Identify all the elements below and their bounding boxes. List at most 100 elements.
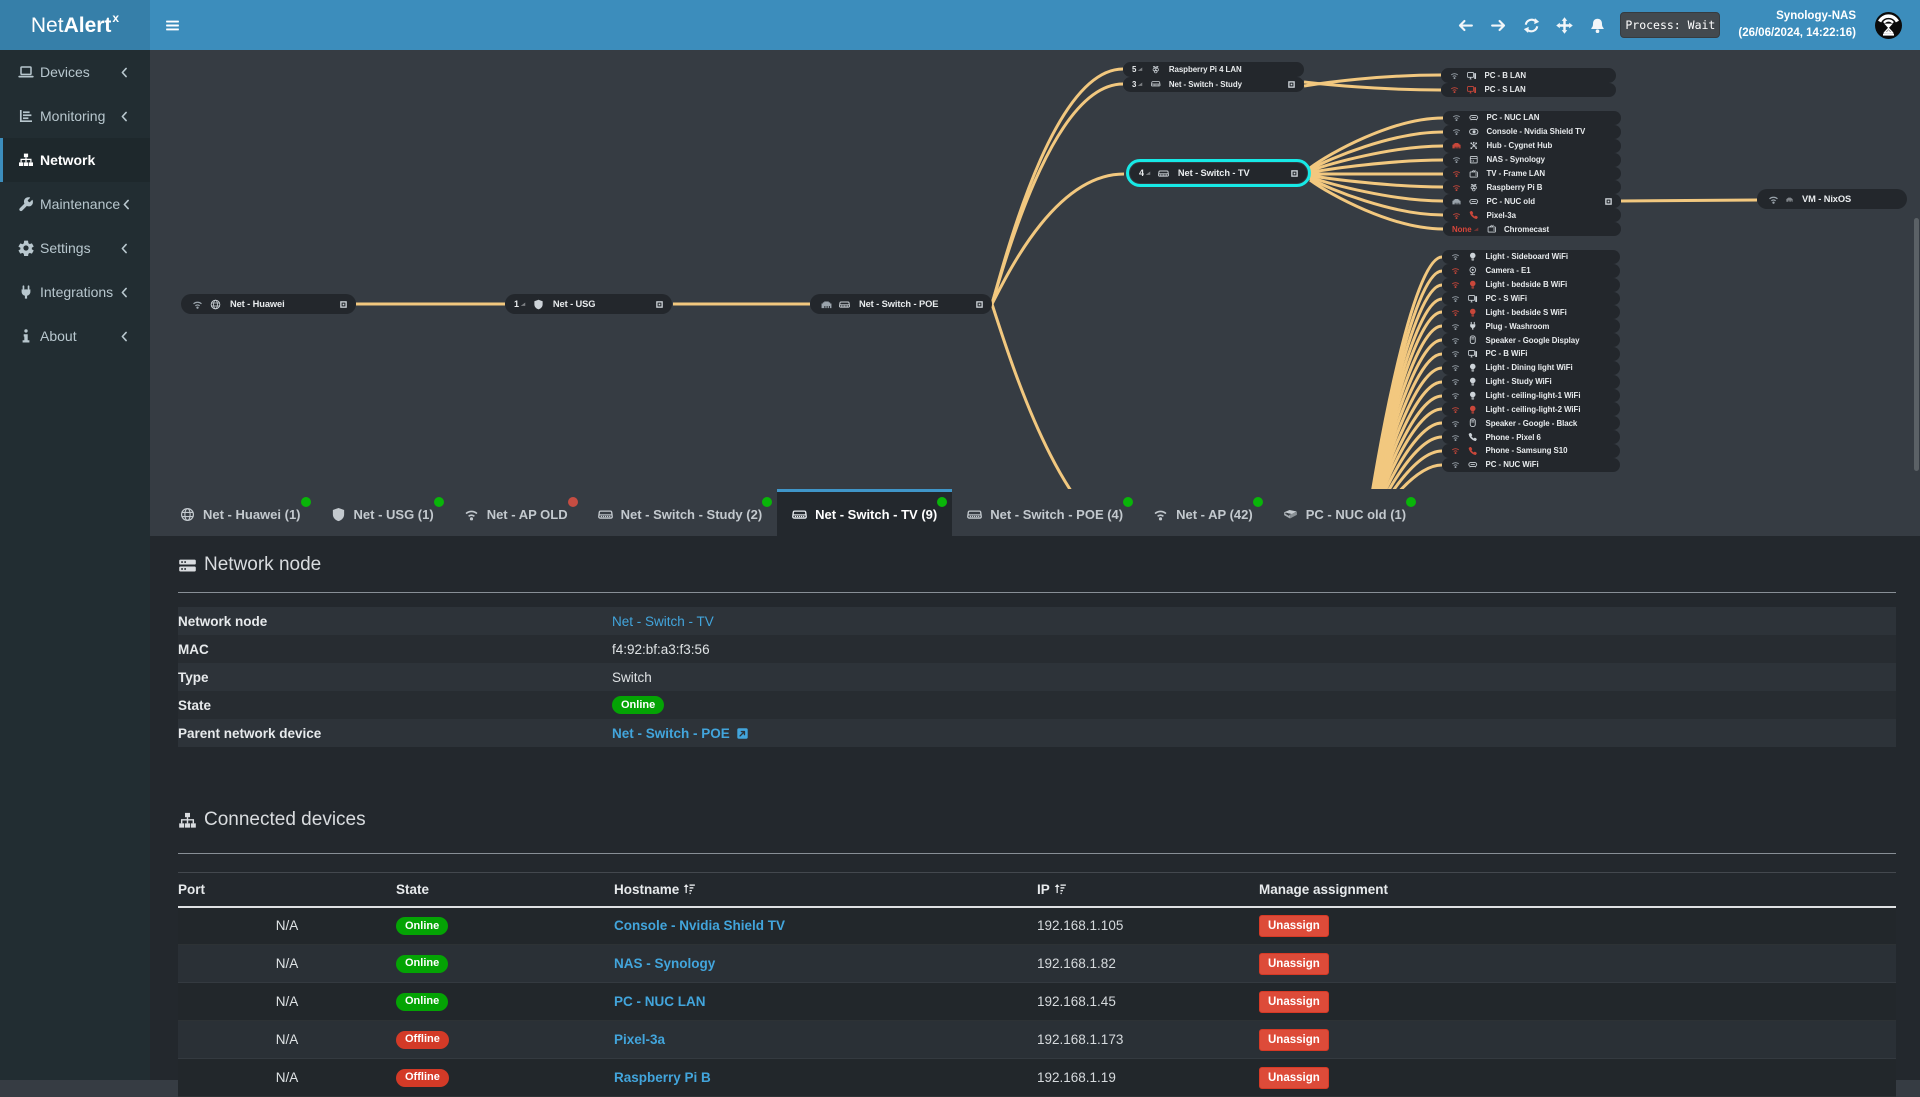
collapse-square-icon[interactable]: [1605, 198, 1612, 205]
topology-node-row[interactable]: PC - NUC old: [1443, 194, 1621, 209]
unassign-button[interactable]: Unassign: [1259, 914, 1329, 937]
topology-node-huawei[interactable]: Net - Huawei: [181, 294, 356, 314]
unassign-button[interactable]: Unassign: [1259, 1066, 1329, 1089]
topology-node-row[interactable]: Light - bedside B WiFi: [1442, 277, 1620, 292]
forward-button[interactable]: [1482, 0, 1515, 50]
topology-node-row[interactable]: PC - S WiFi: [1442, 291, 1620, 306]
topology-node-usg[interactable]: 1 Net - USG: [505, 294, 672, 314]
collapse-square-icon[interactable]: [976, 300, 983, 308]
ethernet-icon: [821, 299, 832, 310]
node-link[interactable]: Net - Switch - TV: [612, 614, 714, 629]
sidebar-item-integrations[interactable]: Integrations: [0, 270, 150, 314]
tab-net-usg-1[interactable]: Net - USG (1): [316, 489, 449, 536]
page-scrollbar[interactable]: [1914, 218, 1919, 471]
topology-node-row[interactable]: PC - NUC LAN: [1443, 111, 1621, 125]
tab-net-switch-tv-9[interactable]: Net - Switch - TV (9): [777, 489, 953, 536]
sort-icon[interactable]: [1054, 882, 1067, 895]
topology-node-row[interactable]: Light - Sideboard WiFi: [1442, 250, 1620, 264]
top-navbar: NetAlertx Process: Wait Synology-NAS (26…: [0, 0, 1920, 50]
device-link[interactable]: Pixel-3a: [614, 1032, 665, 1047]
topology-node-row[interactable]: PC - B LAN: [1441, 68, 1616, 83]
sidebar-item-about[interactable]: About: [0, 314, 150, 358]
topology-node-row[interactable]: Phone - Pixel 6: [1442, 430, 1620, 445]
sidebar-toggle-button[interactable]: [150, 0, 195, 50]
topology-node-row[interactable]: 3 Net - Switch - Study: [1123, 76, 1304, 92]
sidebar-item-network[interactable]: Network: [0, 138, 150, 182]
topology-node-row[interactable]: PC - NUC WiFi: [1442, 457, 1620, 472]
brand-text: NetAlertx: [31, 11, 119, 38]
device-port: N/A: [275, 956, 299, 971]
device-link[interactable]: NAS - Synology: [614, 956, 715, 971]
tab-net-switch-study-2[interactable]: Net - Switch - Study (2): [583, 489, 778, 536]
device-link[interactable]: Console - Nvidia Shield TV: [614, 918, 785, 933]
move-button[interactable]: [1548, 0, 1581, 50]
topology-node-row[interactable]: PC - B WiFi: [1442, 347, 1620, 361]
topology-node-row[interactable]: Light - Dining light WiFi: [1442, 360, 1620, 375]
topology-node-row[interactable]: Light - ceiling-light-2 WiFi: [1442, 402, 1620, 417]
node-link[interactable]: Net - Switch - POE: [612, 726, 730, 741]
tab-pc-nuc-old-1[interactable]: PC - NUC old (1): [1268, 489, 1421, 536]
node-label: Camera - E1: [1485, 266, 1531, 276]
node-label: Light - bedside B WiFi: [1485, 280, 1568, 290]
device-ip: 192.168.1.82: [1037, 956, 1116, 971]
external-link-icon[interactable]: [736, 727, 749, 740]
tab-net-switch-poe-4[interactable]: Net - Switch - POE (4): [952, 489, 1138, 536]
topology-node-poe[interactable]: Net - Switch - POE: [810, 294, 992, 314]
topology-node-row[interactable]: Raspberry Pi B: [1443, 180, 1621, 195]
collapse-square-icon[interactable]: [340, 300, 347, 308]
device-hostname: Pixel-3a: [614, 1021, 1037, 1059]
wifi-connection-icon: [1451, 405, 1460, 414]
topology-node-row[interactable]: 5 Raspberry Pi 4 LAN: [1123, 62, 1304, 77]
topology-node-row[interactable]: Light - bedside S WiFi: [1442, 305, 1620, 320]
device-link[interactable]: PC - NUC LAN: [614, 994, 706, 1009]
chevron-left-icon: [118, 286, 131, 299]
app-logo[interactable]: NetAlertx: [0, 0, 150, 50]
topology-node-row[interactable]: None Chromecast: [1443, 222, 1621, 237]
unassign-button[interactable]: Unassign: [1259, 1028, 1329, 1051]
device-link[interactable]: Raspberry Pi B: [614, 1070, 711, 1085]
sidebar-item-devices[interactable]: Devices: [0, 50, 150, 94]
back-button[interactable]: [1449, 0, 1482, 50]
user-avatar[interactable]: [1875, 11, 1902, 39]
topology-node-row[interactable]: Hub - Cygnet Hub: [1443, 138, 1621, 153]
hamburger-icon: [164, 17, 181, 34]
topology-node-row[interactable]: TV - Frame LAN: [1443, 166, 1621, 181]
topology-node-row[interactable]: Phone - Samsung S10: [1442, 444, 1620, 458]
bulb-icon: [1468, 391, 1478, 401]
topology-node-row[interactable]: NAS - Synology: [1443, 152, 1621, 167]
topology-node-row[interactable]: Camera - E1: [1442, 263, 1620, 278]
topology-node-row[interactable]: Pixel-3a: [1443, 208, 1621, 223]
notifications-button[interactable]: [1581, 0, 1614, 50]
topology-node-vm[interactable]: VM - NixOS: [1757, 189, 1907, 209]
topology-node-row[interactable]: Plug - Washroom: [1442, 319, 1620, 334]
unassign-button[interactable]: Unassign: [1259, 990, 1329, 1013]
topology-node-row[interactable]: PC - S LAN: [1441, 82, 1616, 97]
topology-node-row[interactable]: Speaker - Google Display: [1442, 333, 1620, 348]
sort-icon[interactable]: [683, 882, 696, 895]
topology-node-row[interactable]: Light - Study WiFi: [1442, 374, 1620, 389]
node-label: PC - B WiFi: [1485, 349, 1528, 359]
topology-group-pcb-group: PC - B LAN PC - S LAN: [1441, 68, 1616, 97]
refresh-button[interactable]: [1515, 0, 1548, 50]
tab-net-ap-42[interactable]: Net - AP (42): [1138, 489, 1268, 536]
wifi-connection-icon: [1451, 377, 1460, 386]
tab-net-ap-old[interactable]: Net - AP OLD: [449, 489, 583, 536]
tab-net-huawei-1[interactable]: Net - Huawei (1): [165, 489, 316, 536]
device-hostname: NAS - Synology: [614, 945, 1037, 983]
unassign-button[interactable]: Unassign: [1259, 952, 1329, 975]
collapse-square-icon[interactable]: [656, 300, 663, 308]
topology-node-row[interactable]: Speaker - Google - Black: [1442, 416, 1620, 431]
sidebar-item-maintenance[interactable]: Maintenance: [0, 182, 150, 226]
wifi-connection-icon: [1451, 294, 1460, 303]
column-header-ip[interactable]: IP: [1037, 872, 1259, 908]
topology-node-row[interactable]: Console - Nvidia Shield TV: [1443, 124, 1621, 139]
column-header-hostname[interactable]: Hostname: [614, 872, 1037, 908]
tab-label: Net - Switch - Study (2): [620, 506, 763, 522]
sidebar-item-monitoring[interactable]: Monitoring: [0, 94, 150, 138]
device-port: N/A: [275, 1070, 299, 1085]
wifi-connection-icon: [1452, 183, 1461, 192]
collapse-square-icon[interactable]: [1288, 80, 1295, 88]
topology-node-row[interactable]: Light - ceiling-light-1 WiFi: [1442, 388, 1620, 403]
switch-icon: [597, 507, 613, 522]
sidebar-item-settings[interactable]: Settings: [0, 226, 150, 270]
